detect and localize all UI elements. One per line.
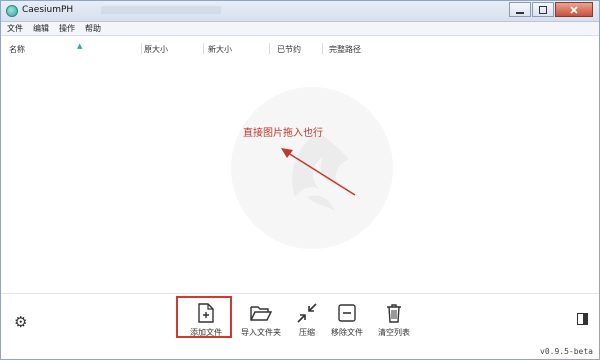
maximize-button[interactable] [532,2,554,17]
app-window: CaesiumPH 文件 编辑 操作 帮助 名称 ▲ 原大小 新大小 已节约 完… [0,0,600,360]
column-new-size[interactable]: 新大小 [208,44,232,55]
file-table-header: 名称 ▲ 原大小 新大小 已节约 完整路径 [7,42,593,56]
side-panel-toggle-icon[interactable] [577,313,588,325]
window-controls [508,2,593,17]
blurred-title-region [101,6,221,14]
menu-edit[interactable]: 编辑 [33,23,49,34]
column-separator [141,43,142,54]
menu-bar: 文件 编辑 操作 帮助 [1,22,599,36]
bottom-toolbar: ⚙ 添加文件 导入文件夹 压缩 移除文件 清空列表 v0.9.5-beta [1,293,599,359]
compress-button[interactable]: 压缩 [296,302,318,338]
import-folder-label: 导入文件夹 [241,328,281,337]
compress-icon [296,302,318,324]
app-logo-icon [6,5,18,17]
clear-list-button[interactable]: 清空列表 [378,302,410,338]
compress-label: 压缩 [299,328,315,337]
title-bar: CaesiumPH [1,1,599,22]
drop-hint-text: 直接图片拖入也行 [243,128,323,139]
column-separator [269,43,270,54]
column-separator [203,43,204,54]
column-original-size[interactable]: 原大小 [144,44,168,55]
settings-gear-icon[interactable]: ⚙ [14,313,27,331]
sort-ascending-icon: ▲ [77,42,83,50]
window-title: CaesiumPH [22,5,74,15]
close-button[interactable] [555,2,593,17]
import-folder-button[interactable]: 导入文件夹 [241,302,281,338]
version-label: v0.9.5-beta [540,347,593,356]
menu-actions[interactable]: 操作 [59,23,75,34]
folder-open-icon [250,302,272,324]
hint-arrow-icon [281,148,356,196]
remove-file-label: 移除文件 [331,328,363,337]
add-file-highlight-box [176,296,232,338]
file-list-drop-area[interactable]: 直接图片拖入也行 [7,57,593,293]
column-full-path[interactable]: 完整路径 [329,44,361,55]
column-name[interactable]: 名称 [9,44,25,55]
remove-file-button[interactable]: 移除文件 [331,302,363,338]
remove-icon [336,302,358,324]
column-separator [322,43,323,54]
maximize-icon [539,5,547,14]
column-saved[interactable]: 已节约 [277,44,301,55]
menu-help[interactable]: 帮助 [85,23,101,34]
menu-file[interactable]: 文件 [7,23,23,34]
minimize-button[interactable] [509,2,531,17]
close-icon [570,5,578,14]
trash-icon [383,302,405,324]
clear-list-label: 清空列表 [378,328,410,337]
minimize-icon [516,11,524,14]
